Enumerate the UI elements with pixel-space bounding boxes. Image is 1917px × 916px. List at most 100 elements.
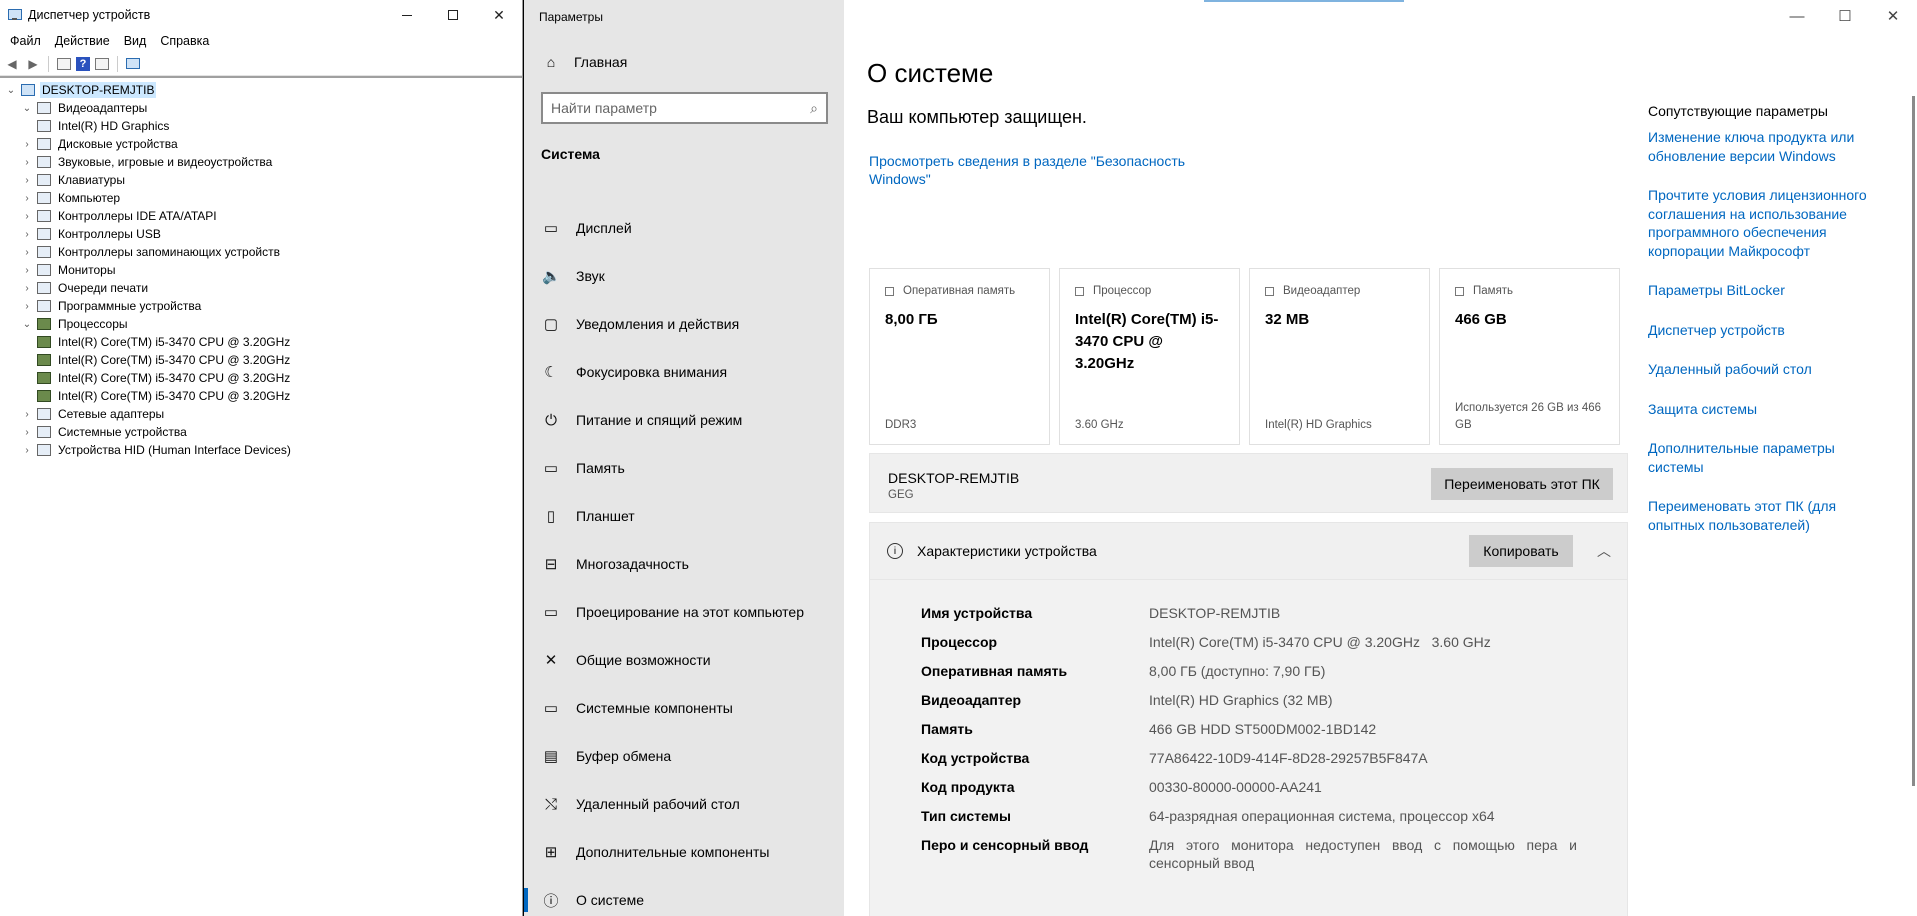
nav-item[interactable]: ✕ Общие возможности — [524, 636, 844, 684]
nav-item[interactable]: ▭ Память — [524, 444, 844, 492]
tree-node[interactable]: › Мониторы — [0, 261, 522, 279]
tree-node[interactable]: › Контроллеры USB — [0, 225, 522, 243]
related-link[interactable]: Изменение ключа продукта или обновление … — [1648, 128, 1888, 165]
tree-node[interactable]: ⌄ DESKTOP-REMJTIB — [0, 81, 522, 99]
properties-button[interactable] — [55, 55, 73, 73]
related-link[interactable]: Прочтите условия лицензионного соглашени… — [1648, 186, 1888, 260]
chevron-right-icon[interactable]: › — [21, 211, 33, 222]
related-link[interactable]: Переименовать этот ПК (для опытных польз… — [1648, 497, 1888, 534]
windows-security-link[interactable]: Просмотреть сведения в разделе "Безопасн… — [869, 152, 1189, 188]
minimize-button[interactable]: — — [1773, 0, 1821, 32]
tree-node-label: Программные устройства — [58, 299, 202, 313]
spec-key: Код продукта — [921, 779, 1015, 795]
related-link[interactable]: Удаленный рабочий стол — [1648, 360, 1888, 379]
related-link[interactable]: Дополнительные параметры системы — [1648, 439, 1888, 476]
tree-node[interactable]: › Сетевые адаптеры — [0, 405, 522, 423]
tree-node[interactable]: Intel(R) Core(TM) i5-3470 CPU @ 3.20GHz — [0, 333, 522, 351]
spec-card-value: 466 GB — [1455, 311, 1507, 328]
spec-card: Память 466 GB Используется 26 GB из 466 GB — [1439, 268, 1620, 445]
related-link[interactable]: Диспетчер устройств — [1648, 321, 1888, 340]
spec-value: 8,00 ГБ (доступно: 7,90 ГБ) — [1149, 663, 1326, 679]
chevron-right-icon[interactable]: › — [21, 445, 33, 456]
nav-item[interactable]: ▢ Уведомления и действия — [524, 300, 844, 348]
tree-node[interactable]: › Компьютер — [0, 189, 522, 207]
nav-item[interactable]: ▭ Дисплей — [524, 204, 844, 252]
spec-key: Имя устройства — [921, 605, 1033, 621]
chevron-right-icon[interactable]: › — [21, 157, 33, 168]
menu-view[interactable]: Вид — [117, 34, 154, 48]
menu-action[interactable]: Действие — [48, 34, 117, 48]
nav-item[interactable]: ⏻ Питание и спящий режим — [524, 396, 844, 444]
chevron-right-icon[interactable]: › — [21, 427, 33, 438]
tree-node[interactable]: › Очереди печати — [0, 279, 522, 297]
close-button[interactable]: ✕ — [1869, 0, 1917, 32]
tree-node[interactable]: › Программные устройства — [0, 297, 522, 315]
nav-item[interactable]: ▤ Буфер обмена — [524, 732, 844, 780]
tree-node[interactable]: ⌄ Видеоадаптеры — [0, 99, 522, 117]
nav-item[interactable]: ▭ Системные компоненты — [524, 684, 844, 732]
scan-hardware-button[interactable] — [124, 55, 142, 73]
chevron-right-icon[interactable]: › — [21, 193, 33, 204]
search-input[interactable]: Найти параметр ⌕ — [541, 92, 828, 124]
rename-pc-button[interactable]: Переименовать этот ПК — [1431, 468, 1613, 500]
chevron-right-icon[interactable]: › — [21, 265, 33, 276]
nav-item[interactable]: ☾ Фокусировка внимания — [524, 348, 844, 396]
close-button[interactable]: ✕ — [476, 0, 522, 30]
power-icon: ⏻ — [545, 411, 557, 429]
remote-desktop-icon: ⤭ — [544, 795, 557, 813]
optional-features-icon: ⊞ — [544, 844, 558, 861]
tree-node[interactable]: › Контроллеры IDE ATA/ATAPI — [0, 207, 522, 225]
keyboard-icon — [37, 174, 51, 186]
spec-card-caption-text: Процессор — [1093, 285, 1152, 297]
menu-file[interactable]: Файл — [3, 34, 48, 48]
menu-help[interactable]: Справка — [153, 34, 216, 48]
tree-node[interactable]: Intel(R) Core(TM) i5-3470 CPU @ 3.20GHz — [0, 369, 522, 387]
back-arrow-icon[interactable]: ◀ — [3, 55, 21, 73]
tree-node[interactable]: › Клавиатуры — [0, 171, 522, 189]
chevron-right-icon[interactable]: › — [21, 229, 33, 240]
nav-item[interactable]: 🔈 Звук — [524, 252, 844, 300]
chevron-right-icon[interactable]: › — [21, 283, 33, 294]
scrollbar[interactable] — [1912, 96, 1915, 786]
chevron-right-icon[interactable]: › — [21, 139, 33, 150]
related-link[interactable]: Параметры BitLocker — [1648, 281, 1888, 300]
chevron-right-icon[interactable]: › — [21, 247, 33, 258]
nav-home[interactable]: ⌂ Главная — [524, 42, 844, 82]
tree-node[interactable]: Intel(R) Core(TM) i5-3470 CPU @ 3.20GHz — [0, 351, 522, 369]
tree-node[interactable]: Intel(R) Core(TM) i5-3470 CPU @ 3.20GHz — [0, 387, 522, 405]
nav-item-label: О системе — [576, 892, 645, 908]
tree-node[interactable]: › Системные устройства — [0, 423, 522, 441]
help-icon[interactable]: ? — [76, 56, 90, 71]
nav-item[interactable]: ⊞ Дополнительные компоненты — [524, 828, 844, 876]
tree-node[interactable]: ⌄ Процессоры — [0, 315, 522, 333]
settings-window: Параметры ⌂ Главная Найти параметр ⌕ Сис… — [524, 0, 1917, 916]
chevron-up-icon[interactable]: ︿ — [1597, 541, 1611, 561]
nav-item[interactable]: ⊟ Многозадачность — [524, 540, 844, 588]
related-link[interactable]: Защита системы — [1648, 400, 1888, 419]
copy-button[interactable]: Копировать — [1469, 535, 1573, 567]
maximize-button[interactable]: ☐ — [1821, 0, 1869, 32]
minimize-button[interactable] — [384, 0, 430, 30]
tree-node[interactable]: › Звуковые, игровые и видеоустройства — [0, 153, 522, 171]
device-specs-header[interactable]: i Характеристики устройства Копировать ︿ — [869, 522, 1628, 580]
nav-item[interactable]: ▯ Планшет — [524, 492, 844, 540]
tablet-icon: ▯ — [546, 508, 556, 525]
chevron-down-icon[interactable]: ⌄ — [21, 103, 33, 114]
chevron-right-icon[interactable]: › — [21, 175, 33, 186]
tree-node[interactable]: › Контроллеры запоминающих устройств — [0, 243, 522, 261]
tree-node[interactable]: Intel(R) HD Graphics — [0, 117, 522, 135]
nav-item[interactable]: ⤭ Удаленный рабочий стол — [524, 780, 844, 828]
nav-item[interactable]: ⓘ О системе — [524, 876, 844, 916]
nav-item[interactable]: ▭ Проецирование на этот компьютер — [524, 588, 844, 636]
chevron-right-icon[interactable]: › — [21, 409, 33, 420]
chevron-down-icon[interactable]: ⌄ — [21, 319, 33, 330]
tree-node-label: Intel(R) Core(TM) i5-3470 CPU @ 3.20GHz — [58, 335, 291, 349]
system-device-icon — [37, 426, 51, 438]
maximize-button[interactable] — [430, 0, 476, 30]
tree-node[interactable]: › Устройства HID (Human Interface Devices… — [0, 441, 522, 459]
properties-page-button[interactable] — [93, 55, 111, 73]
tree-node[interactable]: › Дисковые устройства — [0, 135, 522, 153]
forward-arrow-icon[interactable]: ▶ — [24, 55, 42, 73]
chevron-right-icon[interactable]: › — [21, 301, 33, 312]
chevron-down-icon[interactable]: ⌄ — [5, 85, 17, 96]
